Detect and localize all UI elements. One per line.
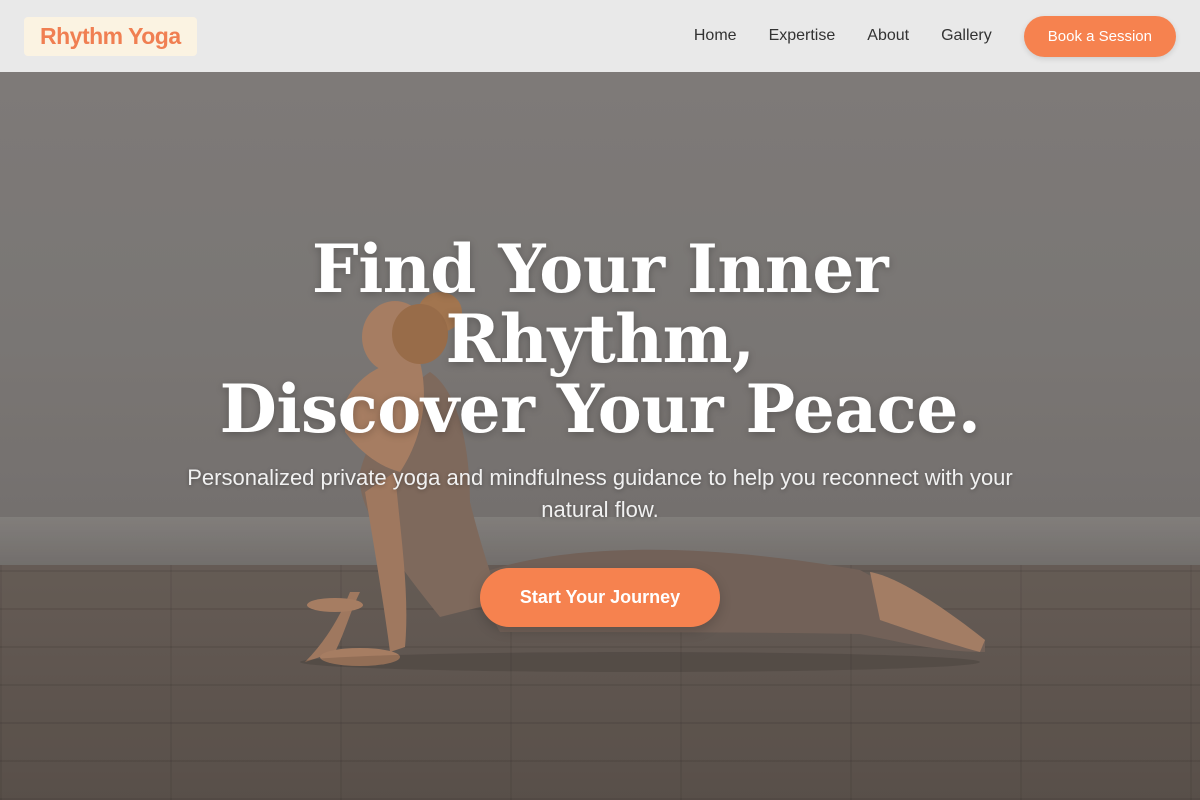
hero-headline-line2: Discover Your Peace. (219, 370, 981, 448)
nav-link-expertise[interactable]: Expertise (769, 27, 836, 45)
nav-links: Home Expertise About Gallery Book a Sess… (662, 15, 1176, 57)
nav-link-about[interactable]: About (867, 27, 909, 45)
nav-link-home[interactable]: Home (694, 27, 737, 45)
hero-headline: Find Your Inner Rhythm, Discover Your Pe… (150, 234, 1050, 444)
brand-logo[interactable]: Rhythm Yoga (24, 16, 197, 56)
book-session-button[interactable]: Book a Session (1023, 15, 1176, 57)
hero-content: Find Your Inner Rhythm, Discover Your Pe… (0, 72, 1200, 800)
top-nav: Rhythm Yoga Home Expertise About Gallery… (0, 0, 1200, 72)
nav-link-gallery[interactable]: Gallery (941, 27, 992, 45)
start-journey-button[interactable]: Start Your Journey (479, 568, 721, 627)
hero-section: Find Your Inner Rhythm, Discover Your Pe… (0, 72, 1200, 800)
hero-subheadline: Personalized private yoga and mindfulnes… (187, 465, 1013, 522)
hero-headline-line1: Find Your Inner Rhythm, (311, 230, 889, 378)
